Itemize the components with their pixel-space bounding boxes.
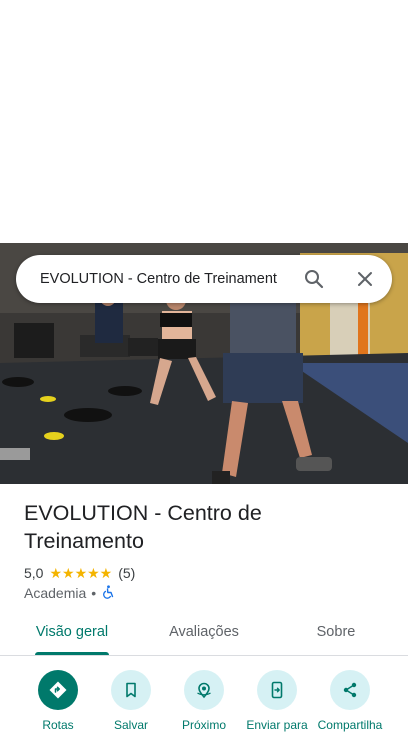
place-category: Academia xyxy=(24,585,87,601)
rating-value: 5,0 xyxy=(24,565,44,581)
send-to-phone-label: Enviar para xyxy=(246,718,308,732)
active-tab-indicator xyxy=(35,652,109,655)
nearby-icon xyxy=(184,670,224,710)
review-count: (5) xyxy=(118,565,136,581)
separator: • xyxy=(91,585,97,601)
share-label: Compartilha xyxy=(317,718,383,732)
nearby-button[interactable]: Próximo xyxy=(164,668,244,738)
tab-reviews[interactable]: Avaliações xyxy=(154,612,254,653)
directions-button[interactable]: Rotas xyxy=(18,668,98,738)
place-title: EVOLUTION - Centro de Treinamento xyxy=(24,501,262,553)
search-input[interactable]: EVOLUTION - Centro de Treinament xyxy=(40,255,292,303)
send-to-phone-icon xyxy=(257,670,297,710)
category-row: Academia • xyxy=(24,583,115,603)
close-icon[interactable] xyxy=(353,267,377,291)
save-button[interactable]: Salvar xyxy=(91,668,171,738)
save-label: Salvar xyxy=(113,718,148,732)
bookmark-icon xyxy=(111,670,151,710)
wheelchair-icon xyxy=(101,584,115,602)
share-button[interactable]: Compartilha xyxy=(310,668,390,738)
action-buttons: Rotas Salvar Próximo Enviar para Compart… xyxy=(0,668,408,732)
map-area xyxy=(0,0,408,243)
directions-icon xyxy=(38,670,78,710)
rating-row[interactable]: 5,0 ★★★★★ (5) xyxy=(24,563,135,583)
directions-label: Rotas xyxy=(42,718,74,732)
tab-about[interactable]: Sobre xyxy=(286,612,386,653)
search-bar[interactable]: EVOLUTION - Centro de Treinament xyxy=(16,255,392,303)
share-icon xyxy=(330,670,370,710)
search-icon[interactable] xyxy=(302,267,326,291)
send-to-phone-button[interactable]: Enviar para xyxy=(237,668,317,738)
tab-bar: Visão geral Avaliações Sobre xyxy=(0,612,408,656)
rating-stars: ★★★★★ xyxy=(49,564,113,581)
tab-overview[interactable]: Visão geral xyxy=(22,612,122,653)
nearby-label: Próximo xyxy=(181,718,226,732)
